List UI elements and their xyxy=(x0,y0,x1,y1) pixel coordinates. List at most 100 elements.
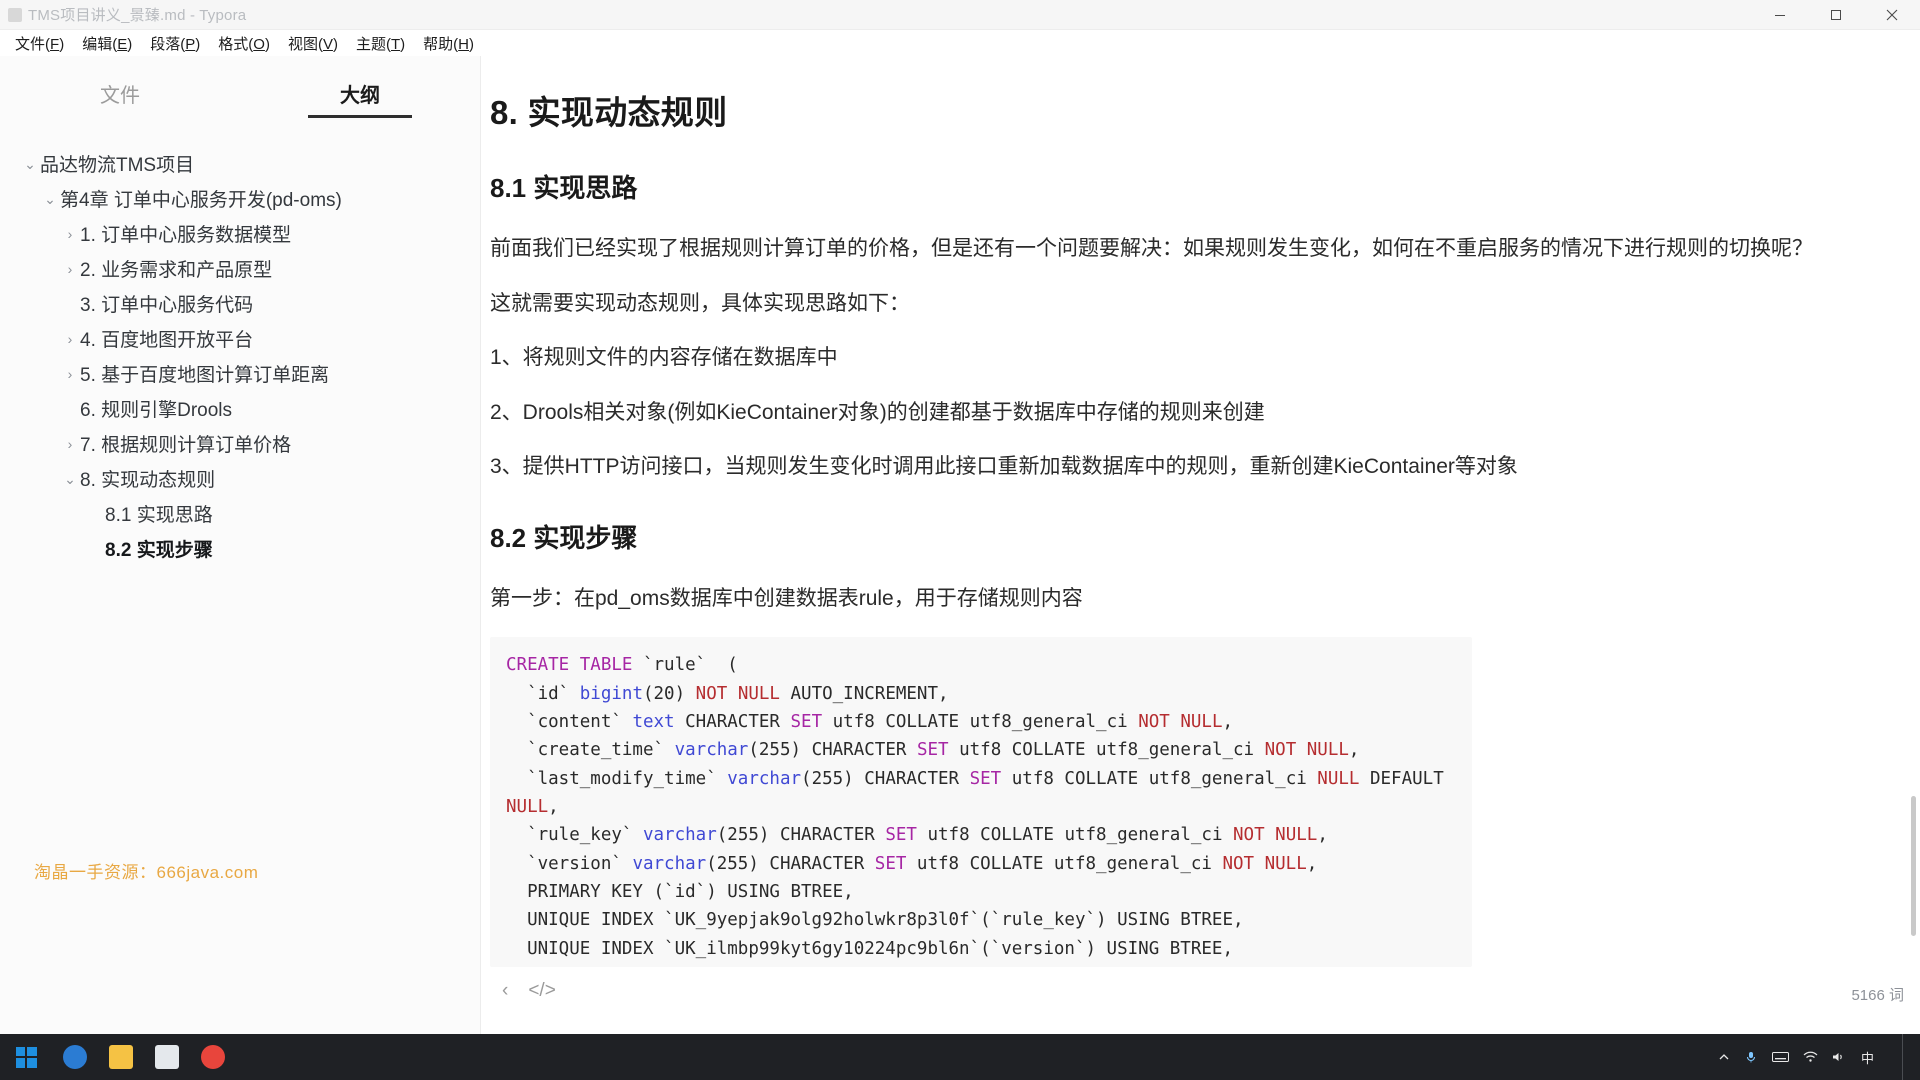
menu-paragraph-label: 段落 xyxy=(150,35,181,53)
document-body[interactable]: 8. 实现动态规则 8.1 实现思路 前面我们已经实现了根据规则计算订单的价格，… xyxy=(482,56,1920,968)
minimize-button[interactable] xyxy=(1752,0,1808,30)
menu-view-label: 视图 xyxy=(287,35,318,53)
heading-8-2: 8.2 实现步骤 xyxy=(490,522,638,553)
system-tray: 中 xyxy=(1718,1034,1920,1080)
menu-format-mnemonic: O xyxy=(253,35,265,53)
windows-taskbar: 中 xyxy=(0,1034,1920,1080)
outline-item[interactable]: ⌄ 品达物流TMS项目 xyxy=(0,146,480,181)
code-line: UNIQUE INDEX `UK_ilmbp99kyt6gy10224pc9bl… xyxy=(506,938,1233,959)
menu-file-label: 文件 xyxy=(15,35,46,53)
outline-item-label: 6. 规则引擎Drools xyxy=(80,400,233,421)
outline-list: ⌄ 品达物流TMS项目 ⌄ 第4章 订单中心服务开发(pd-oms) › 1. 订单中心服… xyxy=(0,118,480,566)
menu-format[interactable]: 格式(O) xyxy=(209,31,279,56)
outline-item[interactable]: › 5. 基于百度地图计算订单距离 xyxy=(0,356,480,391)
outline-item-label: 5. 基于百度地图计算订单距离 xyxy=(80,365,330,386)
sql-code-block[interactable]: CREATE TABLE `rule` ( `id` bigint(20) NO… xyxy=(490,637,1472,968)
menu-theme[interactable]: 主题(T) xyxy=(347,31,414,56)
menu-view-mnemonic: V xyxy=(322,35,333,53)
code-line: `rule_key` varchar(255) CHARACTER SET ut… xyxy=(506,825,1328,846)
chevron-right-icon[interactable]: › xyxy=(60,227,80,241)
editor-pane[interactable]: 8. 实现动态规则 8.1 实现思路 前面我们已经实现了根据规则计算订单的价格，… xyxy=(482,56,1920,1014)
close-button[interactable] xyxy=(1864,0,1920,30)
show-desktop-button[interactable] xyxy=(1902,1034,1910,1080)
paragraph-intro: 前面我们已经实现了根据规则计算订单的价格，但是还有一个问题要解决：如果规则发生变… xyxy=(490,237,1813,260)
chevron-down-icon[interactable]: ⌄ xyxy=(20,157,40,171)
outline-item-label: 8. 实现动态规则 xyxy=(80,470,216,491)
outline-item[interactable]: 8.1 实现思路 xyxy=(0,496,480,531)
outline-item[interactable]: › 1. 订单中心服务数据模型 xyxy=(0,216,480,251)
list-item-3: 3、提供HTTP访问接口，当规则发生变化时调用此接口重新加载数据库中的规则，重新… xyxy=(490,455,1518,479)
taskbar-notepad-icon[interactable] xyxy=(144,1034,190,1080)
menu-file[interactable]: 文件(F) xyxy=(6,31,73,56)
paragraph-approach: 这就需要实现动态规则，具体实现思路如下： xyxy=(490,291,910,315)
outline-item-label: 4. 百度地图开放平台 xyxy=(80,330,254,351)
outline-item[interactable]: › 7. 根据规则计算订单价格 xyxy=(0,426,480,461)
tab-outline[interactable]: 大纲 xyxy=(240,79,480,118)
code-line: `content` text CHARACTER SET utf8 COLLAT… xyxy=(506,711,1234,732)
menu-theme-label: 主题 xyxy=(355,35,386,53)
menu-help[interactable]: 帮助(H) xyxy=(414,31,483,56)
outline-item-label: 1. 订单中心服务数据模型 xyxy=(80,225,292,246)
outline-item-label: 8.2 实现步骤 xyxy=(105,540,213,561)
keyboard-icon[interactable] xyxy=(1771,1051,1789,1063)
outline-item[interactable]: › 4. 百度地图开放平台 xyxy=(0,321,480,356)
editor-statusbar-left: ‹ </> xyxy=(502,980,556,1002)
outline-item[interactable]: ⌄ 第4章 订单中心服务开发(pd-oms) xyxy=(0,181,480,216)
taskbar-file-explorer-icon[interactable] xyxy=(98,1034,144,1080)
sidebar: 文件 大纲 ⌄ 品达物流TMS项目 ⌄ 第4章 订单中心服务开发(pd-oms) › 1.… xyxy=(0,56,481,1056)
outline-item-label: 7. 根据规则计算订单价格 xyxy=(80,435,292,456)
chevron-up-icon[interactable] xyxy=(1718,1051,1730,1063)
chevron-right-icon[interactable]: › xyxy=(60,367,80,381)
list-item-2: 2、Drools相关对象(例如KieContainer对象)的创建都基于数据库中… xyxy=(490,400,1265,424)
outline-item[interactable]: › 2. 业务需求和产品原型 xyxy=(0,251,480,286)
back-nav-icon[interactable]: ‹ xyxy=(502,980,508,1002)
window-controls xyxy=(1752,0,1920,30)
volume-icon[interactable] xyxy=(1832,1051,1847,1063)
sidebar-tabs: 文件 大纲 xyxy=(0,56,480,118)
ime-indicator[interactable]: 中 xyxy=(1861,1048,1874,1067)
menu-paragraph-mnemonic: P xyxy=(185,35,196,53)
code-line: PRIMARY KEY (`id`) USING BTREE, xyxy=(506,882,854,903)
menu-paragraph[interactable]: 段落(P) xyxy=(141,31,209,56)
menu-edit[interactable]: 编辑(E) xyxy=(73,31,141,56)
list-item-1: 1、将规则文件的内容存储在数据库中 xyxy=(490,346,838,370)
chevron-down-icon[interactable]: ⌄ xyxy=(40,192,60,206)
windows-start-icon xyxy=(15,1046,37,1068)
heading-1: 8. 实现动态规则 xyxy=(490,94,728,131)
editor-statusbar: ‹ </> 5166 词 xyxy=(482,974,1920,1014)
code-line: `id` bigint(20) NOT NULL AUTO_INCREMENT, xyxy=(506,683,949,704)
network-icon[interactable] xyxy=(1803,1051,1818,1063)
outline-item-label: 8.1 实现思路 xyxy=(105,505,213,526)
code-line: `version` varchar(255) CHARACTER SET utf… xyxy=(506,853,1318,874)
tab-files[interactable]: 文件 xyxy=(0,79,240,118)
taskbar-edge-icon[interactable] xyxy=(52,1034,98,1080)
microphone-icon[interactable] xyxy=(1744,1050,1758,1064)
chevron-right-icon[interactable]: › xyxy=(60,437,80,451)
editor-scrollbar-thumb[interactable] xyxy=(1911,796,1916,936)
outline-item-label: 3. 订单中心服务代码 xyxy=(80,295,254,316)
outline-item[interactable]: ⌄ 8. 实现动态规则 xyxy=(0,461,480,496)
outline-item[interactable]: 3. 订单中心服务代码 xyxy=(0,286,480,321)
code-line: CREATE TABLE `rule` ( xyxy=(506,655,738,676)
menu-view[interactable]: 视图(V) xyxy=(279,31,347,56)
outline-item[interactable]: 8.2 实现步骤 xyxy=(0,531,480,566)
maximize-button[interactable] xyxy=(1808,0,1864,30)
taskbar-chrome-icon[interactable] xyxy=(190,1034,236,1080)
word-count-label[interactable]: 5166 词 xyxy=(1851,984,1904,1005)
chevron-right-icon[interactable]: › xyxy=(60,332,80,346)
menubar: 文件(F) 编辑(E) 段落(P) 格式(O) 视图(V) 主题(T) 帮助(H… xyxy=(0,30,1920,56)
code-line: `last_modify_time` varchar(255) CHARACTE… xyxy=(506,768,1455,817)
menu-help-label: 帮助 xyxy=(423,35,454,53)
outline-item[interactable]: 6. 规则引擎Drools xyxy=(0,391,480,426)
window-title: TMS项目讲义_景臻.md - Typora xyxy=(28,7,247,24)
chevron-down-icon[interactable]: ⌄ xyxy=(60,472,80,486)
chevron-right-icon[interactable]: › xyxy=(60,262,80,276)
watermark-text: 淘晶一手资源：666java.com xyxy=(34,863,259,882)
heading-8-1: 8.1 实现思路 xyxy=(490,173,638,203)
start-button[interactable] xyxy=(0,1034,52,1080)
window-titlebar: TMS项目讲义_景臻.md - Typora xyxy=(0,0,1920,30)
menu-theme-mnemonic: T xyxy=(390,35,401,53)
menu-file-mnemonic: F xyxy=(50,35,60,53)
menu-edit-label: 编辑 xyxy=(82,35,113,53)
source-code-mode-icon[interactable]: </> xyxy=(528,980,555,1002)
